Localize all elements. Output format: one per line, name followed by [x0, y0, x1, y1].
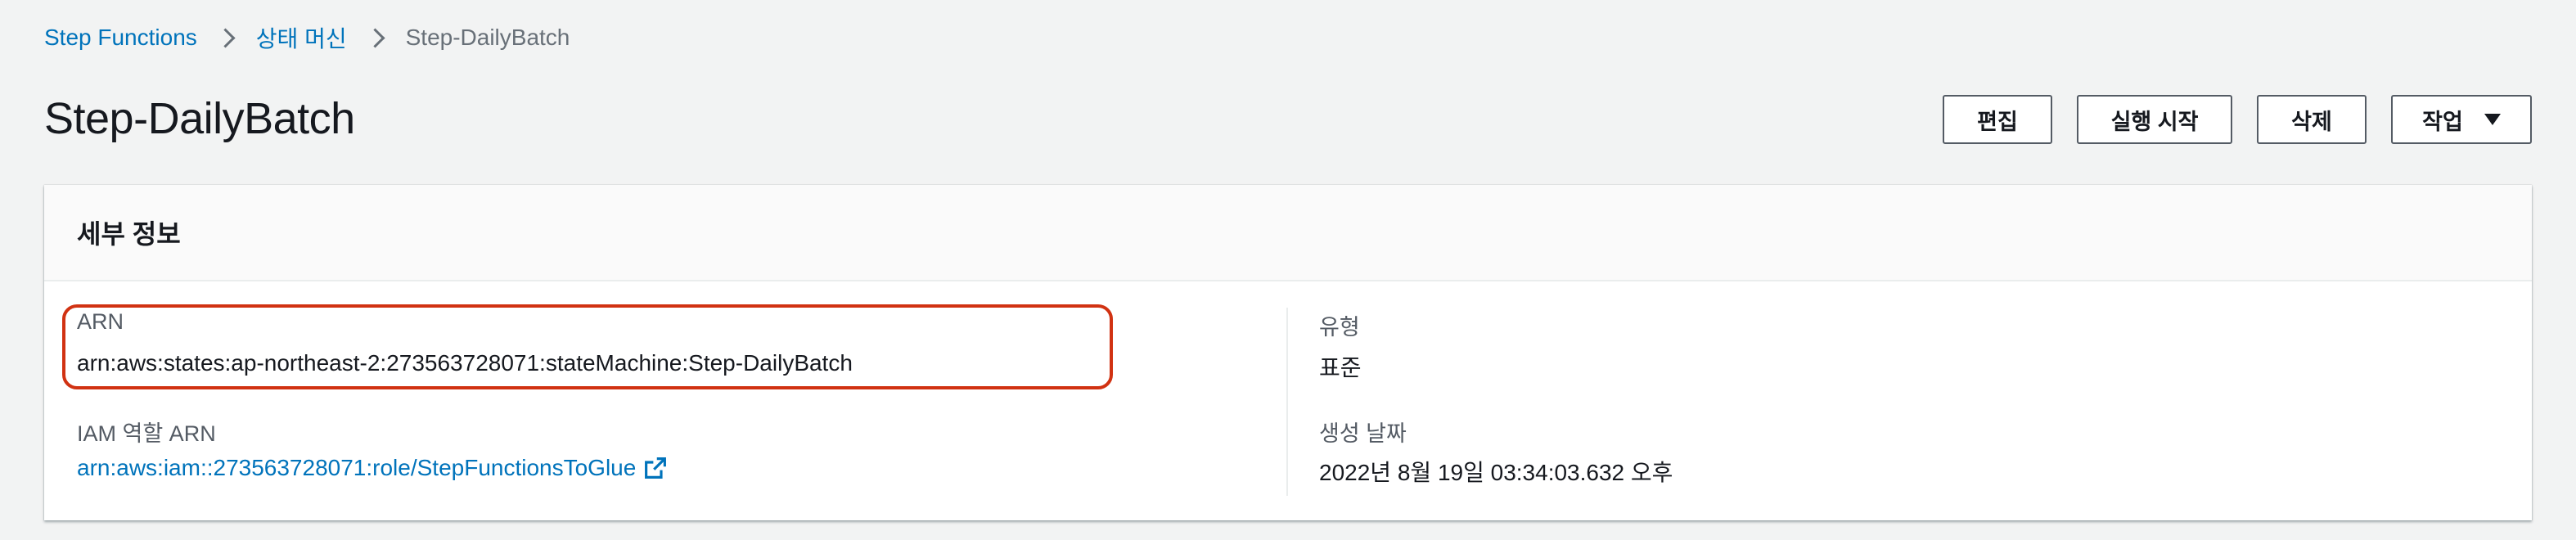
- actions-button-label: 작업: [2422, 109, 2463, 134]
- start-execution-button-label: 실행 시작: [2110, 109, 2199, 134]
- iam-role-arn-value: arn:aws:iam::273563728071:role/StepFunct…: [77, 455, 637, 480]
- edit-button-label: 편집: [1977, 109, 2018, 134]
- external-link-icon: [645, 457, 667, 479]
- delete-button[interactable]: 삭제: [2257, 95, 2367, 144]
- iam-role-arn-label: IAM 역할 ARN: [77, 421, 216, 446]
- breadcrumb-state-machines[interactable]: 상태 머신: [256, 21, 347, 54]
- caret-down-icon: [2484, 114, 2501, 125]
- breadcrumb: Step Functions 상태 머신 Step-DailyBatch: [44, 21, 570, 54]
- iam-role-arn-link[interactable]: arn:aws:iam::273563728071:role/StepFunct…: [77, 455, 667, 481]
- details-panel-header: 세부 정보: [44, 185, 2532, 281]
- creation-date-value: 2022년 8월 19일 03:34:03.632 오후: [1319, 460, 1673, 485]
- chevron-right-icon: [360, 21, 393, 54]
- arn-value: arn:aws:states:ap-northeast-2:2735637280…: [77, 350, 853, 376]
- breadcrumb-step-functions[interactable]: Step Functions: [44, 25, 197, 51]
- creation-date-label: 생성 날짜: [1319, 421, 1407, 446]
- chevron-right-icon: [210, 21, 243, 54]
- actions-dropdown-button[interactable]: 작업: [2391, 95, 2532, 144]
- details-panel: 세부 정보 ARN arn:aws:states:ap-northeast-2:…: [44, 185, 2532, 520]
- header-actions: 편집 실행 시작 삭제 작업: [1943, 95, 2532, 144]
- arn-label: ARN: [77, 309, 124, 334]
- column-divider: [1286, 308, 1288, 496]
- start-execution-button[interactable]: 실행 시작: [2077, 95, 2232, 144]
- delete-button-label: 삭제: [2291, 109, 2332, 134]
- type-value: 표준: [1319, 355, 1362, 380]
- arn-highlight-box: [62, 304, 1113, 389]
- type-label: 유형: [1319, 315, 1360, 340]
- edit-button[interactable]: 편집: [1943, 95, 2052, 144]
- details-panel-title: 세부 정보: [77, 219, 181, 249]
- breadcrumb-current: Step-DailyBatch: [405, 25, 570, 50]
- page-title: Step-DailyBatch: [44, 94, 355, 143]
